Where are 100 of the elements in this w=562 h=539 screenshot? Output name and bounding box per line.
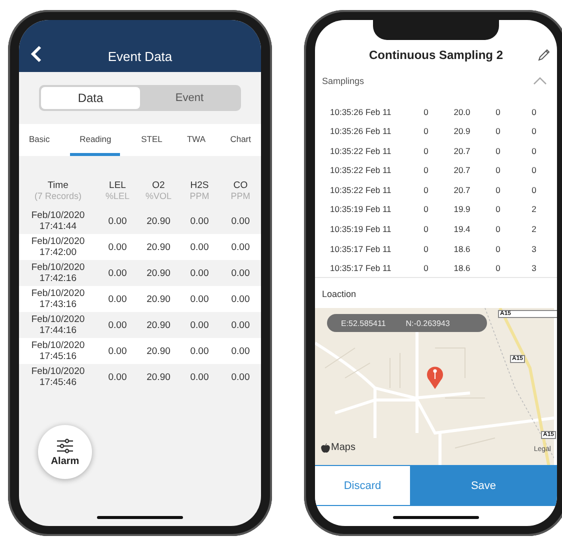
northing-text: N:-0.263943 <box>406 318 450 328</box>
screen-title: Event Data <box>108 49 172 64</box>
table-cell: 0.00 <box>108 372 127 382</box>
table-cell-text: 10:35:22 Feb 11 <box>330 184 392 195</box>
map-pin-icon <box>426 366 444 390</box>
table-cell: 0.00 <box>190 320 209 330</box>
tab[interactable]: Reading <box>70 124 120 156</box>
table-cell-text: Feb/10/2020 17:45:46 <box>30 366 86 388</box>
table-cell: 0.00 <box>231 268 250 278</box>
segment-tab[interactable]: Event <box>140 87 239 109</box>
table-cell: 0.00 <box>108 320 127 330</box>
save-button[interactable]: Save <box>410 466 557 506</box>
column-header: Time <box>48 180 68 190</box>
table-cell-text: Feb/10/2020 17:44:16 <box>30 314 86 336</box>
table-cell-text: 0 <box>422 244 430 254</box>
column-header: H2S <box>190 180 209 190</box>
table-cell: 20.90 <box>146 242 170 252</box>
table-cell-text: 18.6 <box>452 263 472 274</box>
pencil-icon[interactable] <box>537 48 551 62</box>
alarm-button[interactable]: Alarm <box>38 425 92 479</box>
section-label: Samplings <box>322 76 364 86</box>
table-cell: 0.00 <box>190 294 209 304</box>
screen-title: Continuous Sampling 2 <box>369 48 503 62</box>
table-cell: 20.90 <box>146 372 170 382</box>
table-cell-text: Feb/10/2020 17:42:16 <box>30 262 86 284</box>
table-cell: 0.00 <box>108 242 127 252</box>
map-attribution: Maps <box>331 442 356 454</box>
table-cell: 0.00 <box>190 372 209 382</box>
table-cell: 0.00 <box>231 372 250 382</box>
table-cell: 0.00 <box>231 320 250 330</box>
table-cell-text: 10:35:19 Feb 11 <box>330 204 392 214</box>
table-cell-text: 18.6 <box>452 244 472 254</box>
table-cell-text: 0 <box>422 126 430 136</box>
table-cell-text: 0 <box>494 146 502 156</box>
table-cell-text: 19.9 <box>452 204 472 214</box>
table-cell-text: 0 <box>494 204 502 214</box>
table-cell-text: Feb/10/2020 17:41:44 <box>30 210 86 232</box>
column-unit: %VOL <box>145 190 172 200</box>
column-header: O2 <box>152 180 165 190</box>
table-cell-text: Feb/10/2020 17:43:16 <box>30 288 86 310</box>
tab[interactable]: Basic <box>25 124 54 156</box>
section-label: Loaction <box>322 289 356 300</box>
table-cell-text: 2 <box>530 224 538 234</box>
column-unit: PPM <box>190 190 210 200</box>
table-cell: 0.00 <box>190 242 209 252</box>
table-cell: 20.90 <box>146 346 170 356</box>
table-cell: 0.00 <box>108 268 127 278</box>
table-cell-text: Feb/10/2020 17:45:16 <box>30 340 86 362</box>
table-cell: 20.90 <box>146 294 170 304</box>
table-cell: 20.90 <box>146 268 170 278</box>
table-cell-text: 0 <box>494 106 502 116</box>
table-cell-text: 10:35:22 Feb 11 <box>330 146 392 156</box>
tab[interactable]: STEL <box>137 124 166 156</box>
table-cell-text: 19.4 <box>452 224 472 234</box>
table-cell-text: 10:35:17 Feb 11 <box>330 263 392 274</box>
table-cell-text: 3 <box>530 244 538 254</box>
back-icon[interactable] <box>30 45 42 63</box>
table-cell: 0.00 <box>108 294 127 304</box>
table-cell-text: 3 <box>530 263 538 274</box>
table-cell-text: 0 <box>422 165 430 176</box>
table-cell: 0.00 <box>190 346 209 356</box>
table-cell-text: 0 <box>530 146 538 156</box>
table-cell-text: 10:35:19 Feb 11 <box>330 224 392 234</box>
table-cell: 0.00 <box>108 346 127 356</box>
table-cell-text: 0 <box>494 224 502 234</box>
table-cell: 0.00 <box>231 242 250 252</box>
table-cell-text: 0 <box>422 146 430 156</box>
table-cell-text: 0 <box>494 184 502 195</box>
table-cell: 20.90 <box>146 216 170 226</box>
table-cell-text: 0 <box>422 106 430 116</box>
table-cell: 0.00 <box>231 216 250 226</box>
column-header: LEL <box>109 180 126 190</box>
apple-logo-icon <box>321 442 330 453</box>
table-cell-text: 0 <box>494 126 502 136</box>
table-cell: 0.00 <box>190 268 209 278</box>
easting-text: E:52.585411 <box>341 318 386 328</box>
column-header: CO <box>233 180 248 190</box>
table-cell-text: 0 <box>422 263 430 274</box>
table-cell: 0.00 <box>231 346 250 356</box>
table-cell-text: Feb/10/2020 17:42:00 <box>30 236 86 258</box>
table-cell-text: 0 <box>494 244 502 254</box>
table-cell: 0.00 <box>108 216 127 226</box>
column-unit: (7 Records) <box>34 190 82 200</box>
table-cell-text: 0 <box>494 263 502 274</box>
segment-tab[interactable]: Data <box>41 87 140 109</box>
tab[interactable]: TWA <box>182 124 210 156</box>
table-cell-text: 0 <box>530 184 538 195</box>
column-unit: %LEL <box>105 190 130 200</box>
table-cell-text: 10:35:26 Feb 11 <box>330 126 392 136</box>
table-cell-text: 20.0 <box>452 106 472 116</box>
table-cell-text: 0 <box>530 106 538 116</box>
table-cell-text: 20.7 <box>452 165 472 176</box>
table-cell-text: 0 <box>530 126 538 136</box>
table-cell-text: 10:35:26 Feb 11 <box>330 106 392 116</box>
table-cell: 0.00 <box>231 294 250 304</box>
table-cell-text: 20.7 <box>452 184 472 195</box>
table-cell-text: 0 <box>422 184 430 195</box>
tab[interactable]: Chart <box>226 124 255 156</box>
table-cell-text: 20.9 <box>452 126 472 136</box>
table-cell-text: 0 <box>494 165 502 176</box>
